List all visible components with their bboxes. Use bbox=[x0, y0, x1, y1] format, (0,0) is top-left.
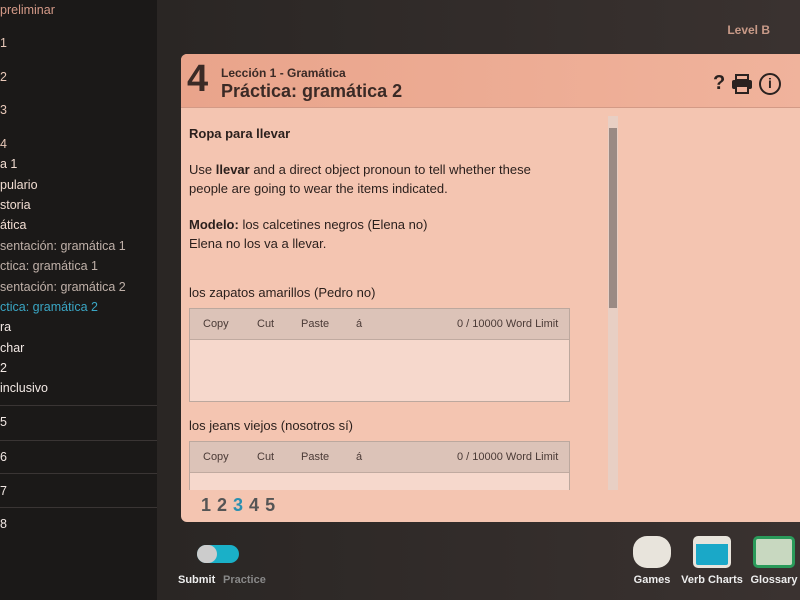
verb-charts-button[interactable]: Verb Charts bbox=[677, 536, 747, 586]
sidebar-item[interactable]: 3 bbox=[0, 103, 7, 117]
answer-input[interactable] bbox=[190, 339, 569, 401]
copy-button[interactable]: Copy bbox=[203, 451, 229, 463]
sidebar-divider bbox=[0, 473, 157, 474]
glossary-button[interactable]: Glossary bbox=[749, 536, 799, 586]
sidebar-item[interactable]: ática bbox=[0, 218, 26, 232]
accent-button[interactable]: á bbox=[356, 318, 362, 330]
sidebar-item[interactable]: 7 bbox=[0, 484, 7, 498]
sidebar-item[interactable]: 5 bbox=[0, 415, 7, 429]
sidebar-item[interactable]: ra bbox=[0, 320, 11, 334]
sidebar: preliminar 1 2 3 4 a 1 pulario storia ática senta… bbox=[0, 0, 157, 600]
sidebar-item[interactable]: 6 bbox=[0, 450, 7, 464]
page-link[interactable]: 1 bbox=[201, 495, 211, 515]
activity-content: Ropa para llevar Use llevar and a direct… bbox=[189, 118, 599, 490]
sidebar-item[interactable]: a 1 bbox=[0, 157, 17, 171]
book-icon bbox=[753, 536, 795, 568]
gamepad-icon bbox=[633, 536, 671, 568]
activity-heading: Ropa para llevar bbox=[189, 126, 291, 141]
glossary-label: Glossary bbox=[750, 574, 798, 586]
sidebar-item[interactable]: char bbox=[0, 341, 24, 355]
submit-label[interactable]: Submit bbox=[178, 574, 215, 586]
games-label: Games bbox=[633, 574, 671, 586]
item-prompt: los zapatos amarillos (Pedro no) bbox=[189, 285, 376, 300]
sidebar-item[interactable]: ctica: gramática 2 bbox=[0, 300, 98, 314]
info-icon[interactable]: i bbox=[759, 73, 781, 95]
word-count: 0 / 10000 Word Limit bbox=[457, 318, 559, 330]
sidebar-divider bbox=[0, 440, 157, 441]
toggle-knob[interactable] bbox=[197, 545, 217, 563]
level-label: Level B bbox=[727, 23, 770, 37]
lesson-header: 4 Lección 1 - Gramática Práctica: gramát… bbox=[181, 54, 800, 108]
sidebar-item[interactable]: storia bbox=[0, 198, 31, 212]
page-link[interactable]: 2 bbox=[217, 495, 227, 515]
item-prompt: los jeans viejos (nosotros sí) bbox=[189, 418, 354, 433]
practice-label[interactable]: Practice bbox=[223, 574, 266, 586]
page-title: Práctica: gramática 2 bbox=[221, 81, 403, 101]
sidebar-divider bbox=[0, 507, 157, 508]
copy-button[interactable]: Copy bbox=[203, 318, 229, 330]
page-link[interactable]: 5 bbox=[265, 495, 275, 515]
answer-input[interactable] bbox=[190, 472, 569, 490]
sidebar-divider bbox=[0, 405, 157, 406]
sidebar-item[interactable]: 2 bbox=[0, 70, 7, 84]
help-icon[interactable]: ? bbox=[713, 72, 725, 95]
paste-button[interactable]: Paste bbox=[301, 318, 329, 330]
sidebar-item[interactable]: 2 bbox=[0, 361, 7, 375]
answer-editor: Copy Cut Paste á 0 / 10000 Word Limit bbox=[189, 441, 570, 490]
answer-editor: Copy Cut Paste á 0 / 10000 Word Limit bbox=[189, 308, 570, 402]
scrollbar[interactable] bbox=[608, 116, 618, 490]
sidebar-item[interactable]: ctica: gramática 1 bbox=[0, 259, 98, 273]
instructions: Use llevar and a direct object pronoun t… bbox=[189, 162, 531, 196]
scrollbar-thumb[interactable] bbox=[609, 128, 617, 308]
editor-toolbar: Copy Cut Paste á 0 / 10000 Word Limit bbox=[190, 442, 569, 472]
print-icon[interactable] bbox=[731, 74, 753, 100]
editor-toolbar: Copy Cut Paste á 0 / 10000 Word Limit bbox=[190, 309, 569, 339]
sidebar-item[interactable]: 4 bbox=[0, 137, 7, 151]
model-answer: Elena no los va a llevar. bbox=[189, 236, 327, 251]
verb-charts-label: Verb Charts bbox=[681, 574, 743, 586]
cut-button[interactable]: Cut bbox=[257, 318, 274, 330]
games-button[interactable]: Games bbox=[627, 536, 677, 586]
model: Modelo: los calcetines negros (Elena no) bbox=[189, 217, 428, 232]
page-link[interactable]: 3 bbox=[233, 495, 243, 515]
lesson-subtitle: Lección 1 - Gramática bbox=[221, 66, 346, 80]
lesson-number: 4 bbox=[187, 58, 209, 100]
sidebar-item[interactable]: 8 bbox=[0, 517, 7, 531]
accent-button[interactable]: á bbox=[356, 451, 362, 463]
sidebar-item[interactable]: pulario bbox=[0, 178, 38, 192]
sidebar-item[interactable]: preliminar bbox=[0, 3, 55, 17]
submit-practice-toggle[interactable] bbox=[197, 545, 239, 563]
sidebar-item[interactable]: inclusivo bbox=[0, 381, 48, 395]
word-count: 0 / 10000 Word Limit bbox=[457, 451, 559, 463]
verb-chart-icon bbox=[693, 536, 731, 568]
bottom-toolbar: Submit Practice Games Verb Charts Glossa… bbox=[157, 528, 800, 600]
paste-button[interactable]: Paste bbox=[301, 451, 329, 463]
sidebar-item[interactable]: sentación: gramática 1 bbox=[0, 239, 126, 253]
page-link[interactable]: 4 bbox=[249, 495, 259, 515]
pager: 12345 bbox=[201, 495, 281, 516]
sidebar-item[interactable]: 1 bbox=[0, 36, 7, 50]
main-area: Level B 4 Lección 1 - Gramática Práctica… bbox=[157, 0, 800, 600]
cut-button[interactable]: Cut bbox=[257, 451, 274, 463]
sidebar-item[interactable]: sentación: gramática 2 bbox=[0, 280, 126, 294]
activity-card: 4 Lección 1 - Gramática Práctica: gramát… bbox=[181, 54, 800, 522]
